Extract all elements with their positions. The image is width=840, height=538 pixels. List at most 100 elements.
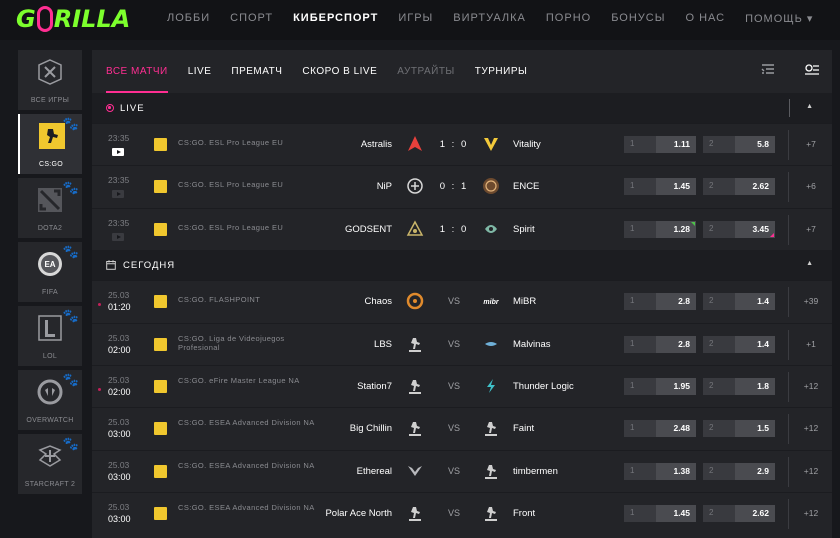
match-row[interactable]: 25.03 02:00 CS:GO. eFire Master League NA…	[92, 364, 832, 407]
match-row[interactable]: 25.03 03:00 CS:GO. ESEA Advanced Division…	[92, 407, 832, 449]
odd-button-2[interactable]: 2 1.4	[703, 335, 775, 353]
odd-button-2[interactable]: 2 2.62	[703, 505, 775, 523]
svg-text:mibr: mibr	[483, 299, 499, 306]
sidebar-item-dota2[interactable]: 🐾 DOTA2	[18, 178, 82, 238]
odd-button-1[interactable]: 1 2.8	[624, 335, 696, 353]
match-score: 1 : 0	[439, 223, 469, 235]
team2-name: ENCE	[513, 181, 540, 193]
nav-lobby[interactable]: ЛОББИ	[167, 12, 210, 25]
match-time: 03:00	[108, 471, 131, 482]
versus-label: VS	[447, 423, 460, 434]
nav-sport[interactable]: СПОРТ	[230, 12, 273, 25]
odd-button-1[interactable]: 1 1.95	[624, 377, 696, 395]
collapse-icon[interactable]: ▲	[806, 260, 814, 267]
csgo-small-icon	[154, 379, 167, 393]
dota2-icon	[38, 188, 62, 212]
csgo-small-icon	[154, 180, 167, 194]
divider	[788, 371, 789, 402]
sidebar-item-overwatch[interactable]: 🐾 OVERWATCH	[18, 370, 82, 430]
odd-button-1[interactable]: 1 1.45	[624, 505, 696, 523]
live-section-header[interactable]: LIVE ▲	[92, 93, 832, 123]
live-stream-icon[interactable]	[112, 190, 124, 199]
paw-icon: 🐾	[62, 116, 79, 131]
match-row[interactable]: 23:35 CS:GO. ESL Pro League EU GODSENT 1…	[92, 207, 832, 250]
more-markets-link[interactable]: +39	[790, 296, 832, 306]
sidebar-item-fifa[interactable]: EA 🐾 FIFA	[18, 242, 82, 302]
odd-value: 1.5	[735, 420, 775, 438]
list-view-icon[interactable]	[760, 62, 776, 78]
lol-icon	[38, 315, 62, 341]
live-stream-icon[interactable]	[112, 232, 124, 241]
settings-view-icon[interactable]	[804, 62, 820, 78]
nav-help[interactable]: ПОМОЩЬ ▾	[745, 12, 813, 25]
nav-games[interactable]: ИГРЫ	[398, 12, 433, 25]
today-section-header[interactable]: СЕГОДНЯ ▲	[92, 250, 832, 281]
match-row[interactable]: 23:35 CS:GO. ESL Pro League EU Astralis …	[92, 123, 832, 165]
league-name: CS:GO. ESEA Advanced Division NA	[178, 418, 315, 428]
more-markets-link[interactable]: +12	[790, 466, 832, 476]
sidebar-item-csgo[interactable]: 🐾 CS:GO	[18, 114, 82, 174]
nav-bonuses[interactable]: БОНУСЫ	[611, 12, 665, 25]
nav-virtual[interactable]: ВИРТУАЛКА	[453, 12, 526, 25]
team2-name: Spirit	[513, 223, 535, 235]
match-row[interactable]: 25.03 01:20 CS:GO. FLASHPOINT Chaos VS mi…	[92, 280, 832, 322]
tab-all-matches[interactable]: ВСЕ МАТЧИ	[106, 50, 168, 93]
odd-button-1[interactable]: 1 1.11	[624, 136, 696, 153]
match-time: 03:00	[108, 514, 131, 525]
odd-button-2[interactable]: 2 1.8	[703, 377, 775, 395]
section-title: LIVE	[120, 102, 145, 114]
odd-button-2[interactable]: 2 3.45	[703, 220, 775, 238]
tab-prematch[interactable]: ПРЕМАТЧ	[231, 50, 282, 93]
sidebar-item-starcraft2[interactable]: 🐾 STARCRAFT 2	[18, 434, 82, 494]
more-markets-link[interactable]: +12	[790, 381, 832, 391]
odd-button-2[interactable]: 2 5.8	[703, 136, 775, 153]
odd-button-1[interactable]: 1 2.48	[624, 420, 696, 438]
sidebar-item-all-games[interactable]: ВСЕ ИГРЫ	[18, 50, 82, 110]
thunder-logic-logo-icon	[487, 378, 495, 393]
tab-outrights[interactable]: АУТРАЙТЫ	[397, 50, 455, 93]
tab-live[interactable]: LIVE	[188, 50, 212, 93]
odd-button-1[interactable]: 1 1.28	[624, 220, 696, 238]
more-markets-link[interactable]: +6	[790, 181, 832, 191]
collapse-icon[interactable]: ▲	[806, 103, 814, 110]
match-score: 0 : 1	[439, 181, 469, 193]
match-row[interactable]: 25.03 03:00 CS:GO. ESEA Advanced Division…	[92, 449, 832, 492]
match-row[interactable]: 23:35 CS:GO. ESL Pro League EU NiP 0 : 1…	[92, 165, 832, 207]
nip-logo-icon	[407, 178, 423, 195]
odd-button-2[interactable]: 2 1.4	[703, 293, 775, 311]
more-markets-link[interactable]: +7	[790, 224, 832, 234]
nav-porno[interactable]: ПОРНО	[546, 12, 591, 25]
more-markets-link[interactable]: +1	[790, 339, 832, 349]
csgo-team-logo-icon	[485, 507, 497, 522]
odd-button-2[interactable]: 2 2.62	[703, 178, 775, 196]
odd-button-1[interactable]: 1 1.45	[624, 178, 696, 196]
section-title: СЕГОДНЯ	[123, 259, 176, 271]
odd-button-2[interactable]: 2 1.5	[703, 420, 775, 438]
csgo-small-icon	[154, 222, 167, 236]
tab-soon-live[interactable]: СКОРО В LIVE	[302, 50, 377, 93]
match-date: 25.03	[108, 502, 130, 513]
tab-tournaments[interactable]: ТУРНИРЫ	[475, 50, 528, 93]
odd-button-1[interactable]: 1 2.8	[624, 293, 696, 311]
sidebar-item-lol[interactable]: 🐾 LOL	[18, 306, 82, 366]
top-navigation-bar: G RILLA ЛОББИ СПОРТ КИБЕРСПОРТ ИГРЫ ВИРТУ…	[0, 0, 840, 40]
odd-button-1[interactable]: 1 1.38	[624, 462, 696, 480]
more-markets-link[interactable]: +12	[790, 423, 832, 433]
team1-name: Chaos	[364, 296, 392, 308]
match-date: 25.03	[108, 417, 130, 428]
nav-esports[interactable]: КИБЕРСПОРТ	[293, 12, 378, 25]
match-row[interactable]: 25.03 03:00 CS:GO. ESEA Advanced Division…	[92, 492, 832, 534]
match-datetime: 25.03 03:00	[108, 416, 131, 440]
odd-button-2[interactable]: 2 2.9	[703, 462, 775, 480]
overwatch-icon	[37, 379, 63, 405]
all-games-icon	[38, 59, 62, 85]
odd-label: 2	[709, 181, 714, 191]
live-stream-icon[interactable]	[112, 148, 124, 156]
match-row[interactable]: 25.03 02:00 CS:GO. Liga de Videojuegos Pr…	[92, 322, 832, 365]
nav-about[interactable]: О НАС	[685, 12, 725, 25]
gorilla-logo[interactable]: G RILLA	[16, 5, 130, 33]
sidebar-item-label: OVERWATCH	[26, 417, 74, 424]
more-markets-link[interactable]: +7	[790, 139, 832, 149]
odd-label: 1	[630, 296, 635, 306]
more-markets-link[interactable]: +12	[790, 508, 832, 518]
